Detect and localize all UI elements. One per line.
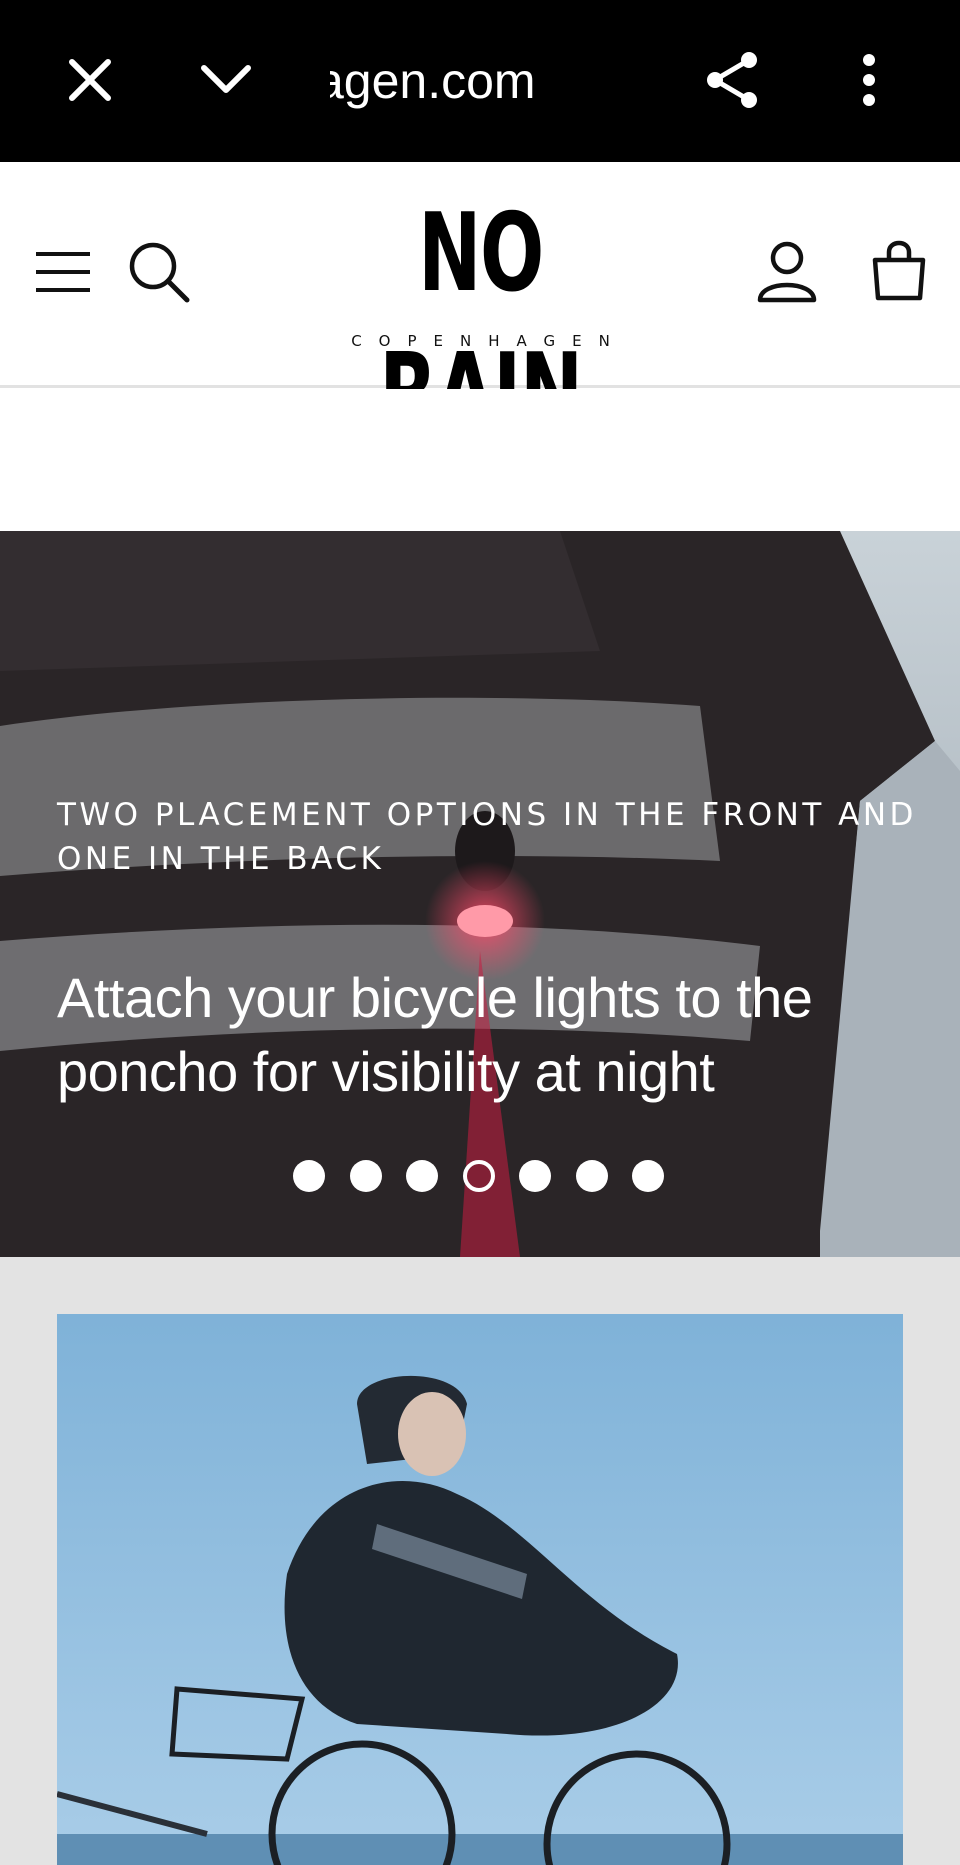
brand-logo[interactable]: NO RAIN COPENHAGEN — [318, 184, 643, 456]
share-icon[interactable] — [693, 40, 773, 120]
site-header: NO RAIN COPENHAGEN — [0, 162, 960, 456]
url-field[interactable]: agen.com — [330, 48, 670, 114]
slider-dot-2[interactable] — [349, 1160, 382, 1192]
slider-dot-5[interactable] — [519, 1160, 551, 1192]
announcement-area — [0, 389, 960, 531]
featured-photo[interactable] — [57, 1314, 903, 1865]
chevron-down-icon[interactable] — [186, 40, 266, 120]
search-icon[interactable] — [124, 237, 194, 307]
hero-image — [0, 531, 960, 1257]
account-icon[interactable] — [752, 237, 822, 307]
slider-dot-4[interactable] — [462, 1160, 495, 1192]
close-icon[interactable] — [50, 40, 130, 120]
url-text: agen.com — [330, 53, 536, 109]
cart-icon[interactable] — [864, 235, 934, 305]
cyclist-poncho-image — [57, 1314, 903, 1865]
hero-eyebrow: TWO PLACEMENT OPTIONS IN THE FRONT AND O… — [57, 797, 917, 877]
hero-headline: Attach your bicycle lights to the poncho… — [57, 966, 813, 1103]
slider-dot-6[interactable] — [575, 1160, 608, 1192]
slider-dot-3[interactable] — [406, 1160, 438, 1192]
browser-toolbar: agen.com — [0, 0, 960, 162]
hero-slider[interactable]: TWO PLACEMENT OPTIONS IN THE FRONT AND O… — [0, 531, 960, 1257]
more-vert-icon[interactable] — [829, 40, 909, 120]
slider-dot-7[interactable] — [632, 1160, 664, 1192]
slider-dot-1[interactable] — [293, 1160, 325, 1192]
menu-icon[interactable] — [28, 237, 98, 307]
featured-section — [0, 1257, 960, 1865]
logo-subtext: COPENHAGEN — [351, 332, 627, 350]
